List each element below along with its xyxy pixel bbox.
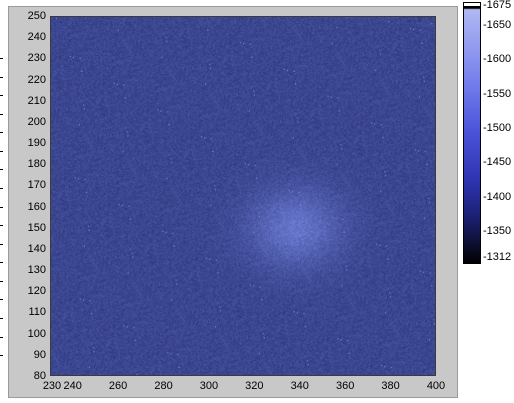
color-scale-label: -1350: [483, 225, 512, 237]
edge-tick-mark: [0, 262, 3, 263]
x-tick-label: 260: [108, 380, 128, 392]
color-scale-label: -1650: [483, 19, 512, 31]
edge-tick-mark: [0, 337, 3, 338]
intensity-plot-area[interactable]: [50, 16, 436, 376]
edge-tick-mark: [0, 207, 3, 208]
edge-tick-mark: [0, 169, 3, 170]
color-scale-label: -1500: [483, 122, 512, 134]
edge-tick-mark: [0, 318, 3, 319]
edge-tick-mark: [0, 95, 3, 96]
color-scale-label: -1400: [483, 191, 512, 203]
color-scale-label: -1450: [483, 156, 512, 168]
edge-tick-mark: [0, 225, 3, 226]
intensity-graph-panel: 250 240 230 220 210 200 190 180 170 160 150 140 130 1…: [8, 6, 458, 398]
edge-tick-mark: [0, 132, 3, 133]
x-tick-label: 240: [63, 380, 82, 392]
y-tick-label: 110: [28, 306, 46, 319]
y-tick-label: 170: [27, 179, 46, 192]
y-tick-label: 130: [27, 264, 46, 277]
edge-tick-mark: [0, 281, 3, 282]
y-tick-label: 210: [27, 94, 46, 107]
color-scale-label: -1675: [483, 0, 512, 11]
x-tick-label: 360: [335, 380, 355, 392]
edge-tick-mark: [0, 151, 3, 152]
y-tick-label: 250: [27, 10, 46, 22]
y-tick-label: 90: [33, 348, 46, 361]
y-tick-label: 100: [27, 327, 46, 340]
y-tick-label: 240: [27, 31, 46, 44]
edge-tick-mark: [0, 114, 3, 115]
edge-tick-mark: [0, 355, 3, 356]
color-scale-bar[interactable]: [463, 2, 481, 264]
edge-tick-mark: [0, 188, 3, 189]
y-tick-label: 160: [27, 200, 46, 213]
edge-tick-mark: [0, 58, 3, 59]
y-tick-label: 180: [27, 158, 46, 171]
x-tick-label: 300: [199, 380, 219, 392]
intensity-heatmap: [51, 17, 435, 375]
edge-tick-mark: [0, 244, 3, 245]
y-tick-label: 220: [27, 73, 46, 86]
y-tick-label: 150: [27, 221, 46, 234]
x-tick-label: 340: [290, 380, 309, 392]
x-tick-label: 380: [381, 380, 400, 392]
y-tick-label: 120: [27, 285, 46, 298]
edge-tick-mark: [0, 299, 3, 300]
color-scale-label: -1550: [483, 88, 512, 100]
y-tick-label: 140: [27, 242, 46, 255]
x-tick-label: 400: [426, 380, 446, 392]
y-tick-label: 190: [27, 137, 46, 150]
color-scale-label: -1312: [483, 251, 512, 263]
color-scale-label: -1600: [483, 53, 512, 65]
x-tick-label: 320: [245, 380, 264, 392]
x-tick-label: 280: [154, 380, 173, 392]
edge-tick-mark: [0, 77, 3, 78]
y-tick-label: 230: [27, 52, 46, 65]
y-tick-label: 200: [27, 115, 46, 128]
